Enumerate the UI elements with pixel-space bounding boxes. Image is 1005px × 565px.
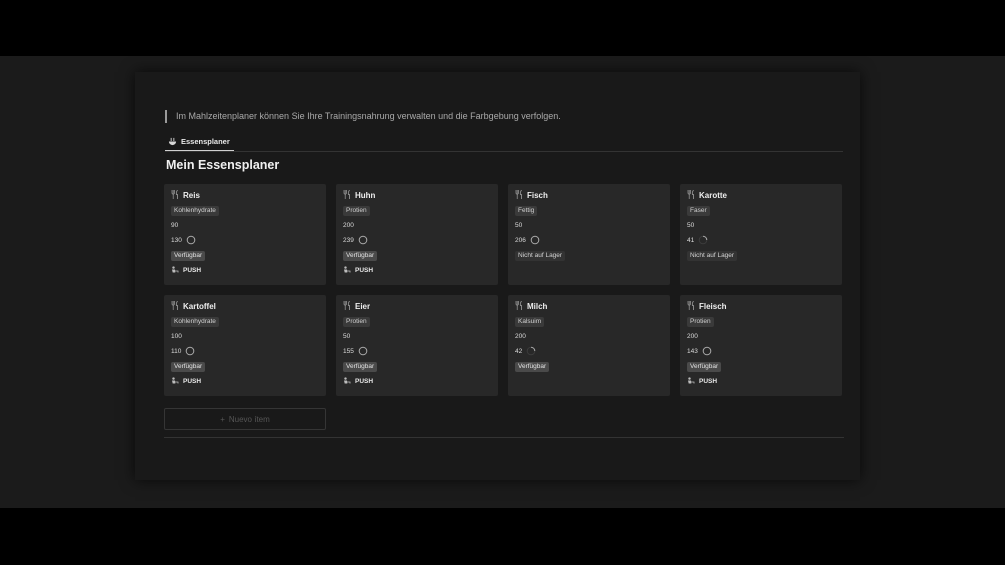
- tab-essensplaner[interactable]: Essensplaner: [165, 132, 234, 151]
- divider: [164, 437, 844, 438]
- push-label: PUSH: [355, 267, 374, 274]
- calories-value: 110: [171, 348, 182, 355]
- fork-knife-icon: [515, 297, 523, 315]
- push-label: PUSH: [183, 267, 202, 274]
- progress-ring: [358, 235, 368, 247]
- calories-value: 155: [343, 348, 354, 355]
- page-panel: Im Mahlzeitenplaner können Sie Ihre Trai…: [135, 72, 860, 480]
- category-tag: Protien: [343, 316, 370, 327]
- status-tag: Nicht auf Lager: [687, 250, 738, 261]
- status-tag: Verfügbar: [687, 361, 722, 372]
- fork-knife-icon: [343, 297, 351, 315]
- category-tag: Faser: [687, 205, 710, 216]
- progress-ring: [698, 235, 708, 247]
- status-tag: Verfügbar: [171, 361, 206, 372]
- calories-value: 239: [343, 237, 354, 244]
- calories-value: 143: [687, 348, 698, 355]
- food-card[interactable]: Fleisch Protien 200 143 Verfügbar PUSH: [680, 295, 842, 396]
- category-tag: Kalsuim: [515, 316, 545, 327]
- fork-knife-icon: [687, 297, 695, 315]
- person-icon: [343, 376, 351, 387]
- food-card[interactable]: Eier Protien 50 155 Verfügbar PUSH: [336, 295, 498, 396]
- category-tag: Protien: [687, 316, 714, 327]
- food-name: Karotte: [699, 190, 728, 200]
- amount-value: 200: [343, 222, 354, 229]
- calories-value: 42: [515, 348, 523, 355]
- food-card[interactable]: Fisch Fettig 50 206 Nicht auf Lager: [508, 184, 670, 285]
- food-card[interactable]: Karotte Faser 50 41 Nicht auf Lager: [680, 184, 842, 285]
- food-gallery: Reis Kohlenhydrate 90 130 Verfügbar PUSH…: [164, 184, 844, 396]
- fork-knife-icon: [343, 186, 351, 204]
- utensils-bowl-icon: [168, 137, 177, 146]
- food-name: Fleisch: [699, 301, 727, 311]
- person-icon: [171, 265, 179, 276]
- status-tag: Verfügbar: [171, 250, 206, 261]
- calories-value: 130: [171, 237, 182, 244]
- amount-value: 90: [171, 222, 179, 229]
- category-tag: Kohlenhydrate: [171, 316, 219, 327]
- page-description: Im Mahlzeitenplaner können Sie Ihre Trai…: [165, 110, 561, 123]
- push-label: PUSH: [699, 378, 718, 385]
- calories-value: 206: [515, 237, 526, 244]
- status-tag: Verfügbar: [343, 361, 378, 372]
- amount-value: 50: [687, 222, 695, 229]
- food-card[interactable]: Reis Kohlenhydrate 90 130 Verfügbar PUSH: [164, 184, 326, 285]
- person-icon: [343, 265, 351, 276]
- person-icon: [687, 376, 695, 387]
- push-label: PUSH: [355, 378, 374, 385]
- fork-knife-icon: [687, 186, 695, 204]
- plus-icon: +: [220, 414, 225, 424]
- progress-ring: [358, 346, 368, 358]
- food-card[interactable]: Milch Kalsuim 200 42 Verfügbar: [508, 295, 670, 396]
- food-card[interactable]: Kartoffel Kohlenhydrate 100 110 Verfügba…: [164, 295, 326, 396]
- food-name: Fisch: [527, 190, 548, 200]
- amount-value: 200: [515, 333, 526, 340]
- status-tag: Nicht auf Lager: [515, 250, 566, 261]
- progress-ring: [702, 346, 712, 358]
- food-name: Milch: [527, 301, 548, 311]
- status-tag: Verfügbar: [515, 361, 550, 372]
- fork-knife-icon: [171, 186, 179, 204]
- amount-value: 200: [687, 333, 698, 340]
- amount-value: 100: [171, 333, 182, 340]
- push-label: PUSH: [183, 378, 202, 385]
- category-tag: Protien: [343, 205, 370, 216]
- status-tag: Verfügbar: [343, 250, 378, 261]
- food-name: Eier: [355, 301, 371, 311]
- progress-ring: [526, 346, 536, 358]
- new-item-button[interactable]: + Nuevo ítem: [164, 408, 326, 430]
- workspace-backdrop: Im Mahlzeitenplaner können Sie Ihre Trai…: [0, 56, 1005, 508]
- tab-label: Essensplaner: [181, 136, 230, 146]
- amount-value: 50: [343, 333, 351, 340]
- food-name: Huhn: [355, 190, 376, 200]
- food-name: Kartoffel: [183, 301, 216, 311]
- progress-ring: [185, 346, 195, 358]
- category-tag: Kohlenhydrate: [171, 205, 219, 216]
- category-tag: Fettig: [515, 205, 538, 216]
- food-name: Reis: [183, 190, 200, 200]
- person-icon: [171, 376, 179, 387]
- progress-ring: [530, 235, 540, 247]
- fork-knife-icon: [171, 297, 179, 315]
- fork-knife-icon: [515, 186, 523, 204]
- page-title: Mein Essensplaner: [166, 158, 280, 172]
- view-tabs: Essensplaner: [165, 132, 843, 152]
- progress-ring: [186, 235, 196, 247]
- new-item-label: Nuevo ítem: [228, 414, 270, 424]
- amount-value: 50: [515, 222, 523, 229]
- calories-value: 41: [687, 237, 695, 244]
- food-card[interactable]: Huhn Protien 200 239 Verfügbar PUSH: [336, 184, 498, 285]
